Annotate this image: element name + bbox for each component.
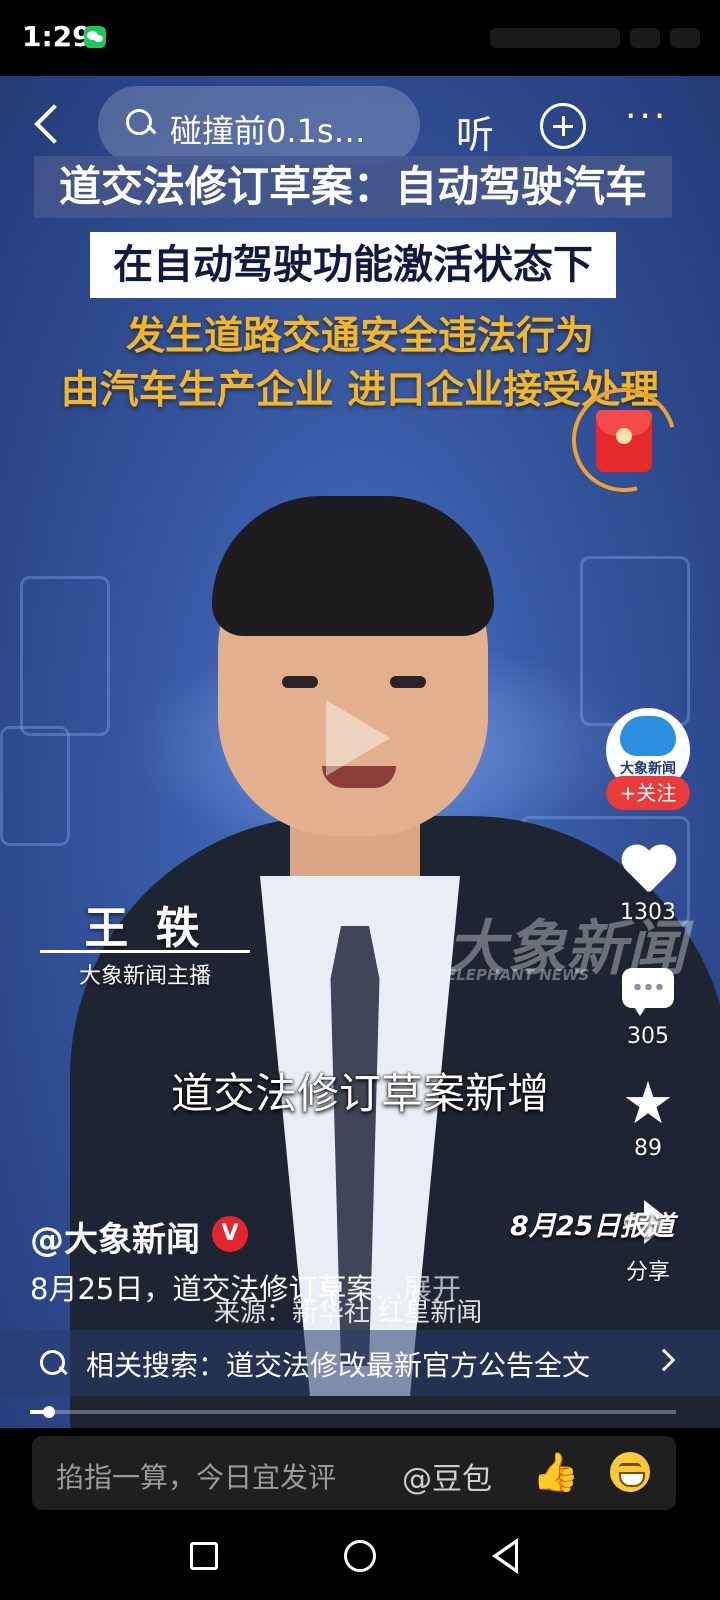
comment-count: 305	[627, 1024, 669, 1049]
caption-body-line: 发生道路交通安全违法行为	[125, 314, 594, 359]
related-search-text: 相关搜索：道交法修改最新官方公告全文	[86, 1349, 591, 1382]
background-panel	[0, 726, 70, 846]
anchor-title: 大象新闻主播	[78, 964, 211, 989]
caption-subheadline: 在自动驾驶功能激活状态下	[90, 232, 616, 298]
related-search-bar[interactable]: 相关搜索：道交法修改最新官方公告全文	[0, 1330, 720, 1396]
more-icon[interactable]: ···	[625, 96, 668, 137]
red-packet-icon[interactable]	[596, 410, 652, 472]
top-bar: 碰撞前0.1s… 听 ···	[0, 86, 720, 166]
video-source: 来源：新华社 红星新闻	[214, 1298, 483, 1328]
video-date-label: 8月25日报道	[510, 1211, 675, 1242]
anchor-eye	[282, 676, 318, 688]
search-icon	[126, 109, 156, 139]
listen-button[interactable]: 听	[456, 104, 494, 159]
like-count: 1303	[620, 900, 676, 925]
status-icons	[490, 24, 700, 52]
anchor-name: 王 轶	[84, 903, 206, 954]
author-name[interactable]: @大象新闻	[30, 1212, 200, 1261]
divider	[40, 950, 250, 953]
progress-bar[interactable]	[30, 1406, 676, 1418]
search-bar[interactable]: 碰撞前0.1s…	[98, 86, 420, 164]
navigation-bar	[0, 1512, 720, 1600]
comment-icon	[622, 968, 674, 1016]
comment-placeholder: 掐指一算，今日宜发评	[56, 1461, 337, 1494]
like-button[interactable]: 1303	[606, 846, 690, 925]
wechat-icon	[84, 26, 106, 48]
avatar-label: 大象新闻	[620, 761, 676, 777]
heart-icon	[620, 846, 676, 896]
elephant-logo-icon	[620, 716, 676, 756]
favorite-button[interactable]: ★ 89	[606, 1069, 690, 1161]
chevron-right-icon	[652, 1348, 676, 1372]
anchor-hair	[212, 496, 494, 636]
search-icon	[40, 1350, 68, 1378]
mention-button[interactable]: @豆包	[402, 1454, 492, 1498]
star-icon: ★	[622, 1069, 674, 1137]
comment-input[interactable]: 掐指一算，今日宜发评 @豆包 👍	[32, 1436, 676, 1510]
watermark-sub: ELEPHANT NEWS	[446, 966, 590, 984]
share-label: 分享	[625, 1260, 670, 1285]
status-time: 1:29	[22, 20, 92, 53]
follow-button[interactable]: +关注	[606, 776, 690, 810]
grin-icon[interactable]	[610, 1452, 650, 1492]
thumbs-up-icon[interactable]: 👍	[532, 1450, 579, 1494]
add-icon[interactable]	[540, 103, 586, 149]
verified-badge: V	[212, 1216, 248, 1252]
back-icon[interactable]	[26, 100, 76, 150]
back-nav-icon[interactable]	[492, 1538, 518, 1574]
comment-button[interactable]: 305	[606, 968, 690, 1049]
status-bar: 1:29	[0, 0, 720, 76]
favorite-count: 89	[634, 1136, 662, 1161]
home-icon[interactable]	[344, 1540, 376, 1572]
play-icon[interactable]	[326, 700, 390, 776]
search-query: 碰撞前0.1s…	[170, 112, 366, 150]
anchor-eye	[390, 676, 426, 688]
recent-apps-icon[interactable]	[190, 1542, 218, 1570]
caption-headline: 道交法修订草案：自动驾驶汽车	[34, 156, 672, 218]
background-panel	[20, 576, 110, 736]
